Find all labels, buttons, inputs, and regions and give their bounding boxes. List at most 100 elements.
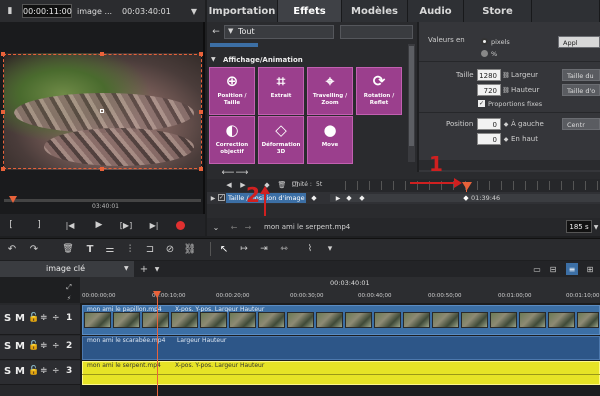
- delete-keyframe-icon[interactable]: 🗑: [277, 180, 287, 190]
- solo-button[interactable]: S: [4, 366, 11, 377]
- timeline-mode-icon[interactable]: ≡: [566, 263, 578, 275]
- handle-tl[interactable]: [1, 52, 5, 56]
- mark-out-icon[interactable]: ]: [32, 218, 46, 232]
- arrow-right-icon[interactable]: ⟶: [236, 168, 249, 178]
- center-button[interactable]: Centr: [562, 118, 600, 130]
- handle-bl[interactable]: [1, 167, 5, 171]
- jump-start-icon[interactable]: |◀: [62, 218, 78, 232]
- effects-scroll-thumb[interactable]: [409, 46, 414, 146]
- solo-button[interactable]: S: [4, 341, 11, 352]
- track-1-header[interactable]: S M 🔓 ≑ ÷ 1: [0, 305, 80, 335]
- handle-tm[interactable]: [100, 52, 104, 56]
- tab-audio[interactable]: Audio: [408, 0, 464, 22]
- record-icon[interactable]: [176, 221, 185, 230]
- chevron-down-icon[interactable]: ▼: [188, 5, 200, 17]
- timeline-tab[interactable]: image clé ▼: [0, 261, 134, 277]
- mute-button[interactable]: M: [15, 341, 25, 352]
- chevron-down-icon[interactable]: ▼: [592, 221, 600, 233]
- stepper-icon[interactable]: ◆: [502, 118, 510, 130]
- magnet-icon[interactable]: ⚡: [64, 294, 74, 302]
- mute-button[interactable]: M: [15, 366, 25, 377]
- preview-scrubbar[interactable]: [4, 199, 201, 202]
- range-select-icon[interactable]: ↦: [238, 242, 250, 256]
- forward-arrow-icon[interactable]: →: [243, 221, 253, 233]
- size-button-2[interactable]: Taille d'o: [562, 84, 600, 96]
- tab-store[interactable]: Store: [464, 0, 532, 22]
- handle-br[interactable]: [199, 167, 203, 171]
- keyframe-diamond-icon[interactable]: ◆: [358, 193, 366, 203]
- lock-icon[interactable]: 🔓: [28, 341, 39, 351]
- effect-tile-position-size[interactable]: ⊕ Position / Taille: [209, 67, 255, 115]
- properties-scroll-left[interactable]: [419, 160, 600, 170]
- size-button-1[interactable]: Taille du: [562, 69, 600, 81]
- lock-icon[interactable]: 🔓: [28, 366, 39, 376]
- mark-in-icon[interactable]: [: [4, 218, 18, 232]
- snap-icon[interactable]: ⌇: [304, 242, 316, 256]
- tab-modeles[interactable]: Modèles: [342, 0, 408, 22]
- tab-effets[interactable]: Effets: [278, 0, 342, 22]
- back-arrow-icon[interactable]: ←: [229, 221, 239, 233]
- keyframe-playhead[interactable]: [462, 182, 472, 190]
- expand-icon[interactable]: ▶: [209, 194, 217, 202]
- marker-icon[interactable]: ▾: [324, 242, 336, 256]
- track-checkbox[interactable]: ✓: [218, 194, 225, 201]
- pos-y-input[interactable]: 0: [477, 133, 501, 145]
- zoom-icon[interactable]: ⤢: [64, 282, 74, 292]
- effect-tile-extrait[interactable]: ⌗ Extrait: [258, 67, 304, 115]
- radio-pixels[interactable]: [481, 38, 488, 45]
- link-icon[interactable]: ⛓: [502, 69, 510, 81]
- ripple-icon[interactable]: ⇥: [258, 242, 270, 256]
- handle-bm[interactable]: [100, 167, 104, 171]
- pointer-icon[interactable]: ↖: [218, 242, 230, 256]
- keyframe-track-label[interactable]: Taille / position d'image: [226, 193, 306, 203]
- delete-icon[interactable]: 🗑: [62, 242, 74, 256]
- link-icon[interactable]: ⛓: [502, 84, 510, 96]
- handle-ml[interactable]: [1, 110, 5, 114]
- trim-icon[interactable]: ⊐: [144, 242, 156, 256]
- effect-tile-lens-correction[interactable]: ◐ Correction objectif: [209, 116, 255, 164]
- keyframe-diamond-icon[interactable]: ◆: [310, 193, 318, 203]
- width-input[interactable]: 1280: [477, 69, 501, 81]
- keyframe-diamond-icon[interactable]: ◆: [345, 193, 353, 203]
- lock-icon[interactable]: 🔓: [28, 313, 39, 323]
- jump-end-icon[interactable]: ▶|: [146, 218, 162, 232]
- group-icon[interactable]: ⊘: [164, 242, 176, 256]
- redo-icon[interactable]: ↷: [28, 242, 40, 256]
- chevron-double-down-icon[interactable]: ⌄: [211, 221, 221, 233]
- track-2-header[interactable]: S M 🔓 ≑ ÷ 2: [0, 336, 80, 360]
- effects-category-header[interactable]: ▼ Affichage/Animation: [209, 55, 407, 67]
- chevron-down-icon[interactable]: ▼: [152, 263, 162, 275]
- text-icon[interactable]: T: [84, 242, 96, 256]
- prev-keyframe-icon[interactable]: ◀: [224, 180, 234, 190]
- radio-percent[interactable]: [481, 50, 488, 57]
- clip-serpent[interactable]: mon ami le serpent.mp4 X-pos. Y-pos. Lar…: [82, 361, 600, 385]
- track-3-header[interactable]: S M 🔓 ≑ ÷ 3: [0, 361, 80, 385]
- handle-tr[interactable]: [199, 52, 203, 56]
- center-point[interactable]: [100, 109, 104, 113]
- undo-icon[interactable]: ↶: [6, 242, 18, 256]
- effect-tile-move[interactable]: ● Move: [307, 116, 353, 164]
- frame-forward-icon[interactable]: [▶]: [118, 218, 134, 232]
- keyframe-diamond-icon[interactable]: ◆: [462, 193, 470, 203]
- arrow-left-icon[interactable]: ⟵: [222, 168, 235, 178]
- split-icon[interactable]: ⫶: [124, 242, 136, 256]
- pos-x-input[interactable]: 0: [477, 118, 501, 130]
- add-tab-icon[interactable]: +: [138, 263, 150, 275]
- storyboard-icon[interactable]: ⊟: [548, 263, 558, 275]
- adjust-icon[interactable]: ÷: [52, 366, 60, 376]
- mute-button[interactable]: M: [15, 313, 25, 324]
- clip-scarabee[interactable]: mon ami le scarabée.mp4 Largeur Hauteur: [82, 336, 600, 360]
- effect-tile-travelling-zoom[interactable]: ⌖ Travelling / Zoom: [307, 67, 353, 115]
- effect-tile-3d-deform[interactable]: ◇ Déformation 3D: [258, 116, 304, 164]
- effects-search[interactable]: [340, 25, 413, 39]
- adjust-icon[interactable]: ÷: [52, 313, 60, 323]
- link-icon[interactable]: ⛓: [184, 242, 197, 256]
- volume-icon[interactable]: ≑: [40, 313, 48, 323]
- effects-filter[interactable]: ▼ Tout: [224, 25, 334, 39]
- keyframe-marker-icon[interactable]: ▶: [334, 193, 342, 203]
- tab-importation[interactable]: Importation: [207, 0, 278, 22]
- handle-mr[interactable]: [199, 110, 203, 114]
- volume-icon[interactable]: ≑: [40, 341, 48, 351]
- play-icon[interactable]: ▶: [92, 218, 106, 232]
- preview-playhead[interactable]: [9, 196, 17, 203]
